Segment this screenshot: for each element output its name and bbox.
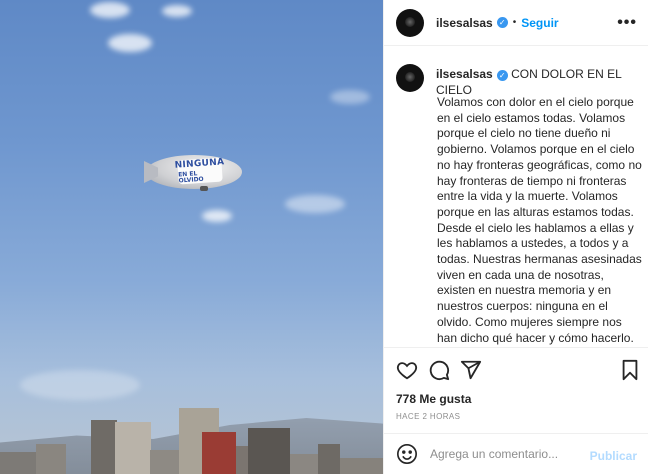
cloud — [90, 2, 130, 18]
blimp-banner: NINGUNA EN EL OLVIDO — [174, 157, 225, 185]
building — [115, 422, 151, 474]
cloud — [202, 210, 232, 222]
cloud — [162, 5, 192, 17]
header-username[interactable]: ilsesalsas — [436, 16, 493, 30]
bookmark-icon[interactable] — [619, 359, 641, 381]
likes-count[interactable]: 778 Me gusta — [396, 392, 471, 406]
post-photo[interactable]: NINGUNA EN EL OLVIDO — [0, 0, 383, 474]
follow-button[interactable]: Seguir — [521, 16, 558, 30]
publish-button[interactable]: Publicar — [590, 449, 637, 463]
cloud — [330, 90, 370, 104]
comment-row: Publicar — [384, 433, 648, 474]
emoji-icon[interactable] — [396, 443, 418, 465]
action-bar — [384, 347, 648, 389]
cloud — [20, 370, 140, 400]
post-sidebar: ilsesalsas ✓ • Seguir ••• ilsesalsas ✓ CO… — [383, 0, 648, 474]
avatar[interactable] — [396, 8, 424, 37]
caption-body: Volamos con dolor en el cielo porque en … — [437, 95, 642, 347]
blimp: NINGUNA EN EL OLVIDO — [144, 155, 242, 191]
verified-badge-icon: ✓ — [496, 70, 508, 81]
caption-scroll-area[interactable]: ilsesalsas ✓ CON DOLOR EN EL CIELO Volamo… — [384, 47, 648, 347]
comment-icon[interactable] — [428, 359, 450, 381]
caption-title-line: ilsesalsas ✓ CON DOLOR EN EL CIELO — [436, 66, 648, 98]
more-horizontal-icon[interactable]: ••• — [617, 14, 637, 32]
building — [318, 444, 340, 474]
post-timestamp[interactable]: HACE 2 HORAS — [396, 412, 460, 421]
building — [202, 432, 236, 474]
building — [150, 450, 180, 474]
caption-avatar[interactable] — [396, 64, 424, 92]
banner-line-2: EN EL OLVIDO — [177, 169, 204, 185]
separator-dot: • — [512, 17, 517, 28]
building — [36, 444, 66, 474]
share-icon[interactable] — [460, 359, 482, 381]
caption-header: ilsesalsas ✓ CON DOLOR EN EL CIELO — [396, 64, 648, 98]
heart-icon[interactable] — [396, 359, 418, 381]
building — [0, 452, 40, 474]
building — [91, 420, 117, 474]
post-header: ilsesalsas ✓ • Seguir ••• — [384, 0, 648, 46]
cloud — [108, 34, 152, 52]
building — [340, 458, 383, 474]
building — [248, 428, 290, 474]
cloud — [285, 195, 345, 213]
verified-badge-icon: ✓ — [496, 17, 508, 28]
blimp-gondola — [200, 186, 208, 191]
comment-input[interactable] — [430, 447, 590, 461]
caption-username[interactable]: ilsesalsas — [436, 67, 493, 81]
building — [290, 454, 320, 474]
